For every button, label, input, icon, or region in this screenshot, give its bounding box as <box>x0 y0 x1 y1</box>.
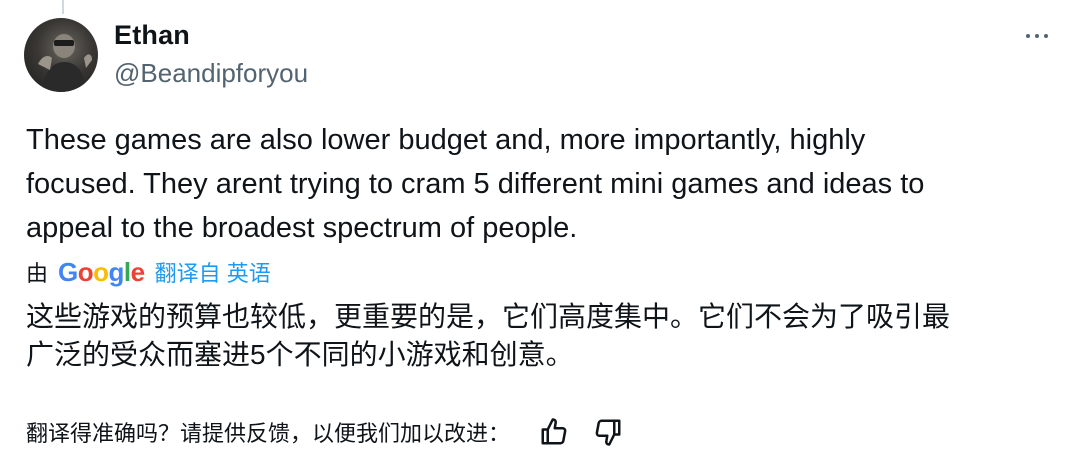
tweet-text: These games are also lower budget and, m… <box>26 118 1056 250</box>
translated-from-link[interactable]: 翻译自 英语 <box>155 256 271 288</box>
translation-attribution: 由 Google 翻译自 英语 <box>26 254 271 290</box>
author-display-name[interactable]: Ethan <box>114 20 190 51</box>
tweet-text-line: appeal to the broadest spectrum of peopl… <box>26 212 578 244</box>
avatar-image <box>38 34 92 92</box>
thumbs-down-icon <box>595 419 621 446</box>
thumbs-up-button[interactable] <box>536 414 572 450</box>
author-handle[interactable]: @Beandipforyou <box>114 58 308 89</box>
thumbs-down-button[interactable] <box>590 414 626 450</box>
more-options-button[interactable] <box>1020 22 1054 50</box>
translation-feedback: 翻译得准确吗？请提供反馈，以便我们加以改进： <box>26 412 644 452</box>
tweet-text-line: focused. They arent trying to cram 5 dif… <box>26 168 925 200</box>
google-logo[interactable]: Google <box>58 257 145 288</box>
author-avatar[interactable] <box>24 18 98 92</box>
more-horizontal-icon <box>1024 34 1051 38</box>
translated-by-prefix: 由 <box>26 261 49 286</box>
tweet-text-line: These games are also lower budget and, m… <box>26 124 866 156</box>
translated-text: 这些游戏的预算也较低，更重要的是，它们高度集中。它们不会为了吸引最 广泛的受众而… <box>26 298 1056 374</box>
translated-text-line: 这些游戏的预算也较低，更重要的是，它们高度集中。它们不会为了吸引最 <box>26 301 951 332</box>
thread-connector-line <box>62 0 64 14</box>
feedback-prompt: 翻译得准确吗？请提供反馈，以便我们加以改进： <box>26 421 511 446</box>
thumbs-up-icon <box>541 418 567 445</box>
translated-text-line: 广泛的受众而塞进5个不同的小游戏和创意。 <box>26 339 574 370</box>
